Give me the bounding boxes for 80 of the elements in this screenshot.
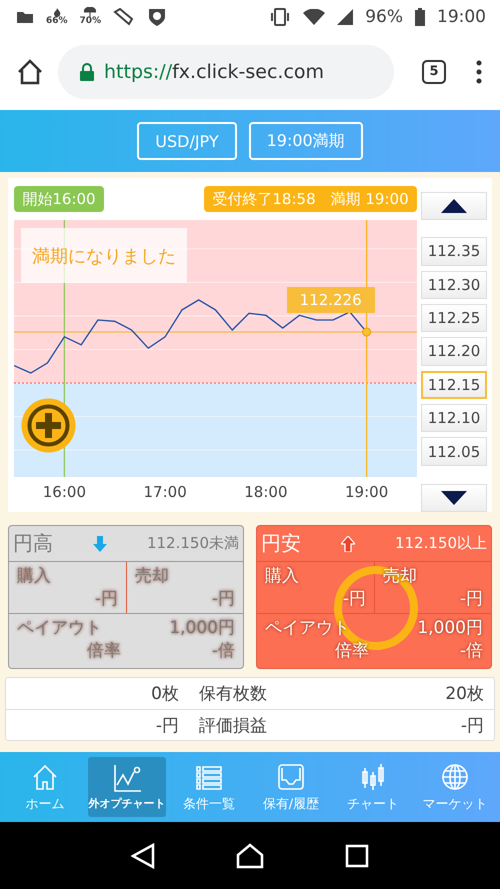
price-level-button[interactable]: 112.35 [421,237,487,266]
header-button[interactable]: USD/JPY [137,122,237,160]
vibrate-icon [269,8,292,26]
time-axis-label: 18:00 [244,483,288,501]
time-axis-label: 16:00 [42,483,86,501]
table-cell-text: 0枚 [150,683,179,705]
down-arrow-icon [92,536,107,552]
rate-label: 倍率 [335,640,369,662]
battery-percent: 96% [365,6,403,26]
payout-label: ペイアウト [17,617,102,639]
payout-value: 1,000円 [417,617,483,639]
sell-price: -円 [212,588,235,610]
wifi-icon [303,8,326,24]
time-axis-label: 17:00 [144,483,187,501]
url-text: https://fx.click-sec.com [104,60,324,82]
nav-tab[interactable]: チャート [334,757,412,817]
option-title: 円安 [261,530,301,557]
tray-icon [276,762,306,792]
price-level-button[interactable]: 112.05 [421,437,487,466]
table-cell-text: -円 [154,714,179,736]
current-price-tag: 112.226 [286,287,375,314]
menu-icon[interactable] [474,60,484,84]
back-icon[interactable] [130,842,155,868]
option-card[interactable]: 円安 112.150以上 購入 -円 売却 -円 ペイアウト 1,000円 倍率 -倍 [256,525,492,669]
tab-count-button[interactable]: 5 [422,60,446,84]
option-card[interactable]: 円高 112.150未満 購入 -円 売却 -円 ペイアウト 1,000円 倍率 -倍 [8,525,244,669]
rate-value: -倍 [460,640,483,662]
option-threshold: 112.150未満 [146,534,239,553]
indicator-reading: 66% [46,16,68,26]
home-icon[interactable] [16,58,44,86]
expired-message: 満期になりました [21,228,187,283]
lock-icon [80,62,94,80]
clock-time: 19:00 [437,6,486,26]
nav-tab[interactable]: 保有/履歴 [252,757,330,817]
payout-label: ペイアウト [265,617,350,639]
option-title: 円高 [13,530,53,557]
buy-price: -円 [342,588,366,610]
time-axis-label: 19:00 [345,483,388,501]
price-level-button[interactable]: 112.15 [421,370,487,400]
up-triangle-icon [441,199,467,214]
rate-label: 倍率 [87,640,121,662]
address-bar[interactable]: https://fx.click-sec.com [58,44,394,98]
battery-icon [415,8,425,26]
buy-label: 購入 [17,565,51,587]
nav-tab[interactable]: マーケット [416,757,494,817]
scroll-up-button[interactable] [421,192,487,220]
signal-icon [337,8,354,24]
shield-icon [147,6,168,26]
up-arrow-icon [340,536,355,552]
indicator-reading: 70% [80,17,102,26]
rate-value: -倍 [212,640,235,662]
sell-price: -円 [460,588,483,610]
scroll-down-button[interactable] [421,484,487,512]
price-level-button[interactable]: 112.25 [421,304,487,332]
down-triangle-icon [441,490,467,505]
line-chart-icon [112,763,142,793]
sell-label: 売却 [383,565,417,587]
table-cell-text: 20枚 [445,683,484,705]
umbrella-icon [84,7,96,17]
price-level-button[interactable]: 112.30 [421,270,487,299]
table-cell-text: -円 [460,714,484,736]
table-cell-text: 保有枚数 [199,683,267,705]
payout-value: 1,000円 [169,617,235,639]
time-marker-tag: 開始16:00 [14,186,104,212]
nav-tab[interactable]: 条件一覧 [170,757,248,817]
zoom-in-button[interactable] [21,398,76,453]
table-cell-text: 評価損益 [199,714,267,736]
recents-icon[interactable] [345,844,370,868]
header-button[interactable]: 19:00満期 [248,122,363,160]
price-level-button[interactable]: 112.10 [421,404,487,432]
nav-tab[interactable]: 外オプチャート [88,757,166,817]
sell-label: 売却 [135,565,169,587]
option-threshold: 112.150以上 [394,534,487,553]
nav-tab[interactable]: ホーム [6,757,84,817]
time-marker-tag: 受付終了18:58 満期 19:00 [204,186,417,212]
buy-price: -円 [94,588,118,610]
price-level-button[interactable]: 112.20 [421,337,487,366]
buy-label: 購入 [265,565,299,587]
last-price-dot [362,328,372,337]
globe-icon [440,762,470,792]
